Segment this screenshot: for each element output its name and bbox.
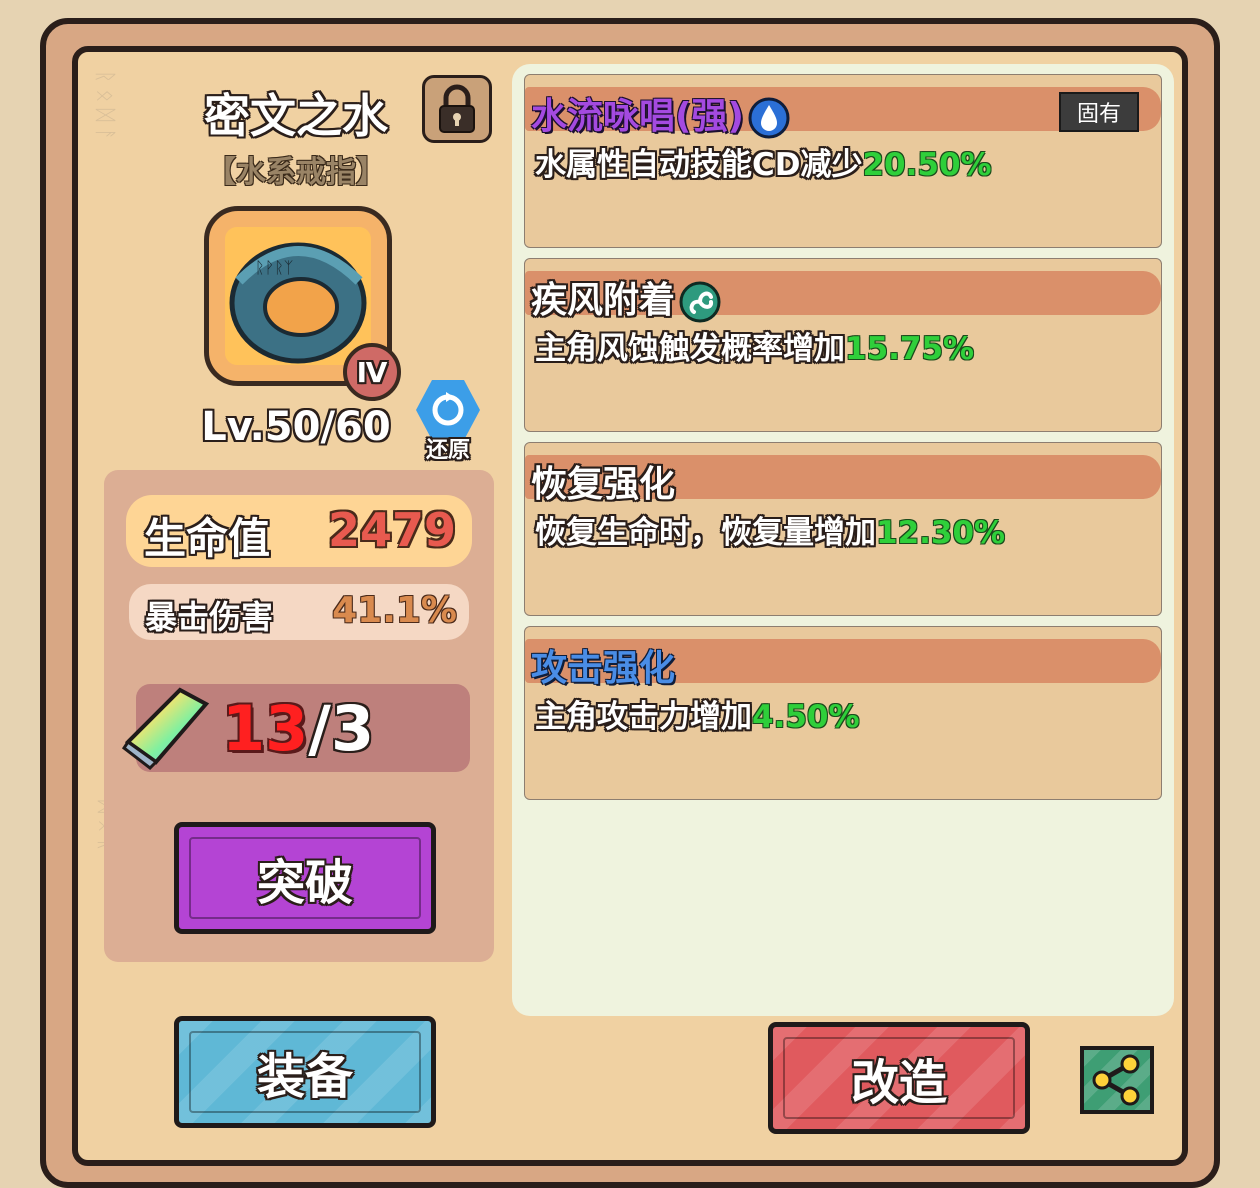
affix-title: 攻击强化 — [531, 648, 676, 689]
stat-hp: 生命值 2479 — [126, 495, 472, 567]
affix-desc: 水属性自动技能CD减少20.50% — [535, 147, 992, 183]
equip-button[interactable]: 装备 — [174, 1016, 436, 1128]
rune-decoration: ᚱᛟᛞᚨ — [92, 70, 117, 147]
lock-button[interactable] — [422, 75, 492, 143]
hp-label: 生命值 — [144, 514, 271, 563]
affix-header: 水流咏唱(强) 固有 — [525, 87, 1161, 139]
affix-card: 恢复强化 恢复生命时，恢复量增加12.30% — [524, 442, 1162, 616]
affix-card: 攻击强化 主角攻击力增加4.50% — [524, 626, 1162, 800]
affix-header: 攻击强化 — [525, 639, 1161, 689]
crit-value: 41.1% — [332, 590, 457, 631]
breakthrough-button[interactable]: 突破 — [174, 822, 436, 934]
crystal-count: 13/3 — [222, 692, 374, 765]
item-name: 密文之水 — [204, 89, 388, 143]
affix-desc: 主角攻击力增加4.50% — [535, 699, 860, 735]
restore-icon — [432, 392, 464, 426]
crystal-icon — [121, 687, 210, 770]
affix-card: 水流咏唱(强) 固有 水属性自动技能CD减少20.50% — [524, 74, 1162, 248]
affix-header: 恢复强化 — [525, 455, 1161, 505]
stat-crit: 暴击伤害 41.1% — [129, 584, 469, 640]
hp-value: 2479 — [327, 503, 456, 557]
rarity-badge: Ⅳ — [343, 343, 401, 401]
affix-header: 疾风附着 — [525, 271, 1161, 323]
crit-label: 暴击伤害 — [145, 598, 274, 636]
affix-title: 恢复强化 — [531, 464, 676, 505]
affix-title: 疾风附着 — [531, 271, 721, 323]
reforge-label: 改造 — [850, 1055, 947, 1111]
affix-desc: 主角风蚀触发概率增加15.75% — [535, 331, 975, 367]
svg-text:ᚱᚹᚱᛉ: ᚱᚹᚱᛉ — [255, 258, 293, 277]
restore-label: 还原 — [425, 438, 470, 463]
equip-label: 装备 — [256, 1049, 353, 1105]
share-button[interactable] — [1080, 1046, 1154, 1114]
lock-icon — [439, 84, 475, 133]
reforge-button[interactable]: 改造 — [768, 1022, 1030, 1134]
fixed-tag: 固有 — [1059, 92, 1139, 132]
wind-swirl-icon — [679, 281, 721, 323]
affix-card: 疾风附着 主角风蚀触发概率增加15.75% — [524, 258, 1162, 432]
restore-button[interactable]: 还原 — [410, 380, 486, 464]
crystal-required: 3 — [330, 692, 375, 765]
crystal-current: 13 — [222, 692, 309, 765]
crystal-separator: / — [308, 692, 331, 765]
share-icon — [1092, 1054, 1140, 1106]
breakthrough-label: 突破 — [256, 855, 353, 911]
water-drop-icon — [748, 97, 790, 139]
item-level: Lv.50/60 — [201, 404, 391, 450]
item-type: 【水系戒指】 — [206, 155, 386, 190]
affix-desc: 恢复生命时，恢复量增加12.30% — [535, 515, 1006, 551]
affix-title: 水流咏唱(强) — [531, 87, 790, 139]
